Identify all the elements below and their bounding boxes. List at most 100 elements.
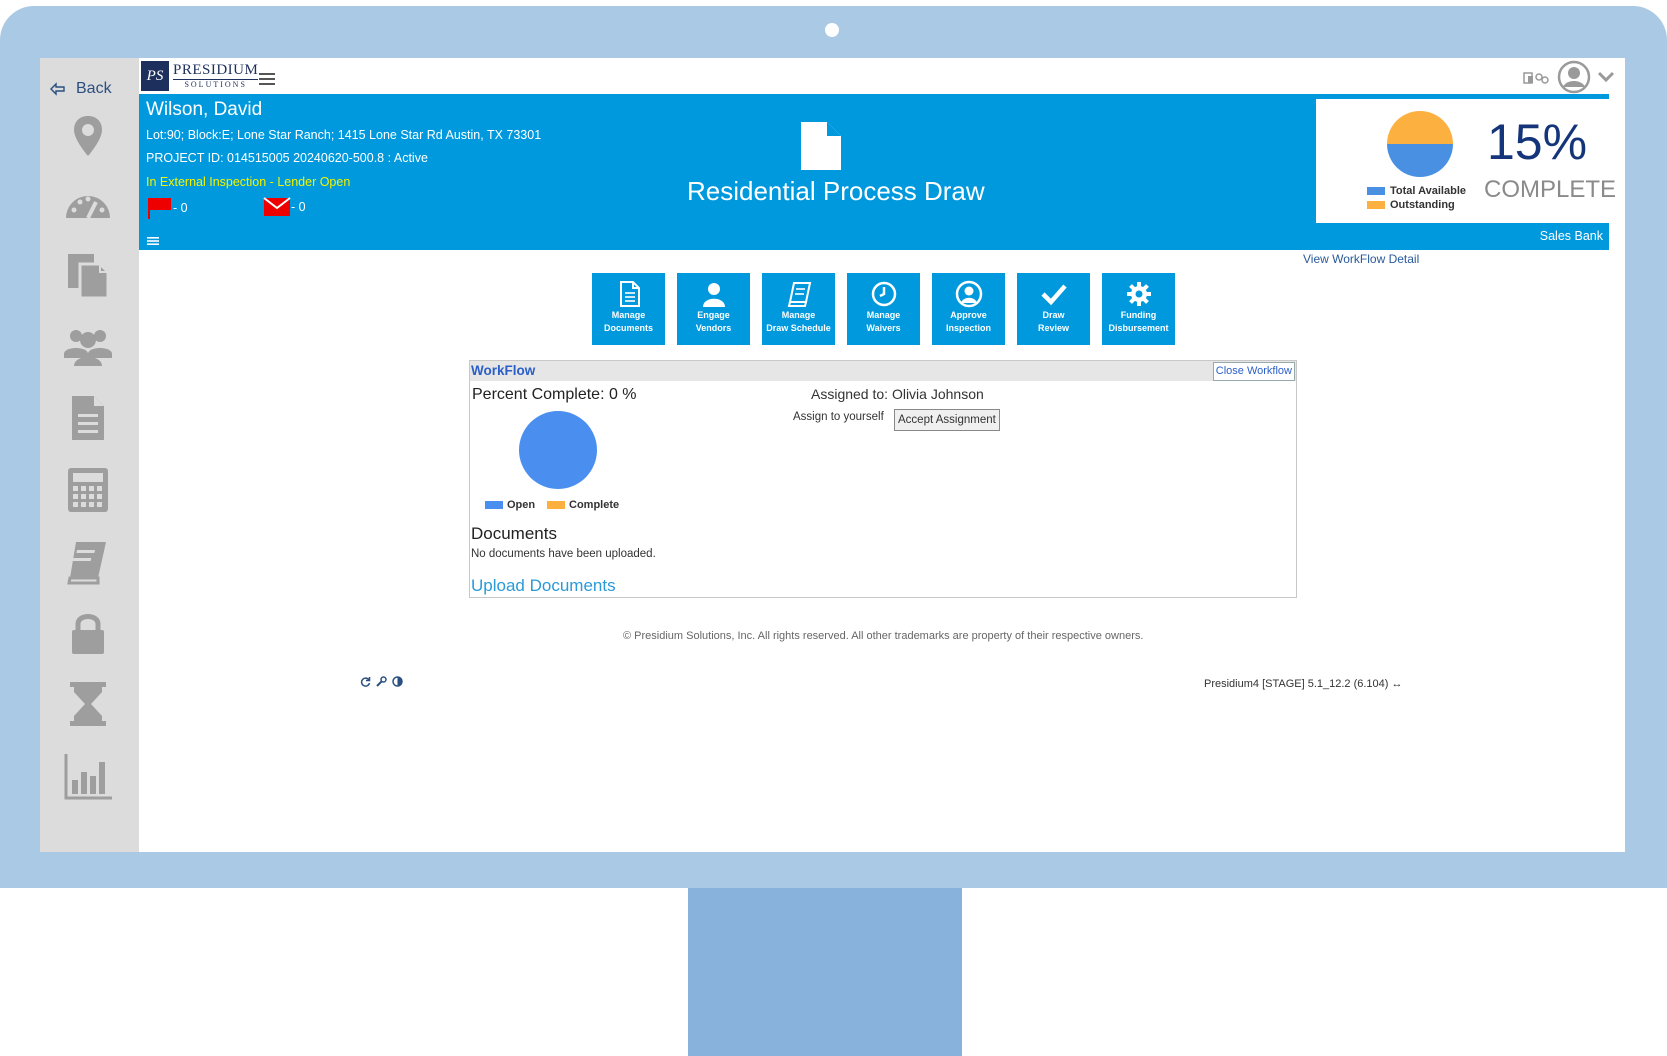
flag-count[interactable]: - 0 bbox=[147, 197, 188, 219]
workflow-pie-chart bbox=[519, 411, 597, 489]
manage-documents-button[interactable]: Manage Documents bbox=[592, 273, 665, 345]
camera-dot bbox=[825, 23, 839, 37]
calculator-icon[interactable] bbox=[62, 464, 114, 516]
workflow-panel: WorkFlow Close Workflow Percent Complete… bbox=[469, 360, 1297, 598]
completion-label: COMPLETE bbox=[1484, 176, 1617, 203]
borrower-name: Wilson, David bbox=[146, 99, 263, 120]
legend-complete: Complete bbox=[547, 499, 619, 511]
documents-icon[interactable] bbox=[62, 250, 114, 302]
logo-sub-text: SOLUTIONS bbox=[173, 79, 259, 89]
approve-inspection-button[interactable]: Approve Inspection bbox=[932, 273, 1005, 345]
property-address: Lot:90; Block:E; Lone Star Ranch; 1415 L… bbox=[146, 128, 542, 142]
legend-outstanding-label: Outstanding bbox=[1390, 199, 1455, 211]
view-workflow-link[interactable]: View WorkFlow Detail bbox=[1303, 252, 1419, 266]
action-line1: Approve bbox=[950, 310, 987, 320]
user-avatar-icon[interactable] bbox=[1557, 60, 1591, 94]
hourglass-icon[interactable] bbox=[62, 678, 114, 730]
action-line2: Review bbox=[1037, 323, 1070, 333]
user-circle-icon bbox=[955, 280, 982, 308]
accept-assignment-button[interactable]: Accept Assignment bbox=[894, 409, 1000, 431]
back-hand-icon bbox=[50, 82, 65, 96]
funding-disbursement-button[interactable]: Funding Disbursement bbox=[1102, 273, 1175, 345]
chevron-down-icon[interactable] bbox=[1597, 71, 1615, 83]
action-line1: Draw bbox=[1042, 310, 1065, 320]
refresh-icon[interactable] bbox=[360, 676, 371, 687]
back-button[interactable]: Back bbox=[50, 80, 112, 98]
dashboard-icon[interactable] bbox=[62, 180, 114, 232]
back-label: Back bbox=[76, 80, 112, 97]
documents-heading: Documents bbox=[471, 524, 557, 543]
user-icon bbox=[702, 283, 725, 307]
hamburger-menu-icon[interactable] bbox=[259, 72, 275, 86]
copyright: © Presidium Solutions, Inc. All rights r… bbox=[623, 630, 1144, 642]
assign-to-yourself-label: Assign to yourself bbox=[793, 411, 884, 423]
document-icon bbox=[801, 122, 841, 170]
presidium-logo[interactable]: PS PRESIDIUM SOLUTIONS bbox=[141, 61, 259, 91]
book-icon bbox=[787, 282, 811, 307]
manage-waivers-button[interactable]: Manage Waivers bbox=[847, 273, 920, 345]
monitor-stand bbox=[688, 888, 962, 1056]
action-line1: Manage bbox=[611, 310, 646, 320]
workflow-header: WorkFlow Close Workflow bbox=[470, 361, 1296, 381]
logo-badge: PS bbox=[141, 61, 169, 91]
monitor-frame: Back PS PRESIDIUM SOLUTIONS Wilson, Davi… bbox=[0, 6, 1667, 888]
document-icon bbox=[619, 281, 640, 307]
upload-documents-link[interactable]: Upload Documents bbox=[471, 576, 616, 596]
action-line2: Documents bbox=[603, 323, 653, 333]
legend-outstanding: Outstanding bbox=[1367, 199, 1455, 211]
location-icon[interactable] bbox=[62, 110, 114, 162]
action-line2: Vendors bbox=[695, 323, 732, 333]
legend-total-label: Total Available bbox=[1390, 185, 1467, 197]
mail-count[interactable]: - 0 bbox=[263, 197, 306, 217]
mail-icon bbox=[263, 197, 291, 216]
action-line2: Disbursement bbox=[1108, 323, 1169, 333]
action-line1: Manage bbox=[781, 310, 816, 320]
draw-review-button[interactable]: Draw Review bbox=[1017, 273, 1090, 345]
completion-percent: 15% bbox=[1487, 114, 1588, 170]
action-line2: Waivers bbox=[866, 323, 901, 333]
gear-icon bbox=[1126, 282, 1151, 306]
action-toolbar: Manage Documents Engage Vendors Manage Draw… bbox=[592, 273, 1175, 345]
page-title: Residential Process Draw bbox=[687, 176, 985, 206]
banner-menu-icon[interactable] bbox=[147, 236, 159, 246]
action-line2: Draw Schedule bbox=[766, 323, 831, 333]
file-icon[interactable] bbox=[62, 392, 114, 444]
manage-draw-schedule-button[interactable]: Manage Draw Schedule bbox=[762, 273, 835, 345]
top-bar: PS PRESIDIUM SOLUTIONS bbox=[139, 58, 1625, 94]
wrench-icon[interactable] bbox=[376, 676, 387, 687]
assigned-to: Assigned to: Olivia Johnson bbox=[811, 386, 984, 402]
completion-pie-chart bbox=[1387, 111, 1453, 177]
bank-name: Sales Bank bbox=[1539, 229, 1603, 243]
lock-icon[interactable] bbox=[62, 608, 114, 660]
action-line1: Funding bbox=[1120, 310, 1157, 320]
action-line1: Manage bbox=[866, 310, 901, 320]
check-icon bbox=[1040, 284, 1067, 306]
legend-complete-label: Complete bbox=[569, 499, 620, 511]
engage-vendors-button[interactable]: Engage Vendors bbox=[677, 273, 750, 345]
project-status: In External Inspection - Lender Open bbox=[146, 175, 351, 189]
tools-icon[interactable] bbox=[1523, 70, 1551, 84]
workflow-title: WorkFlow bbox=[471, 363, 536, 378]
percent-complete: Percent Complete: 0 % bbox=[472, 386, 637, 403]
app-version: Presidium4 [STAGE] 5.1_12.2 (6.104) ↔ bbox=[1204, 678, 1403, 690]
legend-open: Open bbox=[485, 499, 535, 511]
flag-count-label: - 0 bbox=[173, 201, 188, 215]
close-workflow-button[interactable]: Close Workflow bbox=[1212, 362, 1295, 381]
legend-open-label: Open bbox=[507, 499, 536, 511]
project-id: PROJECT ID: 014515005 20240620-500.8 : A… bbox=[146, 151, 428, 165]
logo-main-text: PRESIDIUM bbox=[173, 62, 259, 78]
users-icon[interactable] bbox=[62, 320, 114, 372]
completion-card: 15% COMPLETE Total Available Outstanding bbox=[1316, 99, 1622, 223]
chart-icon[interactable] bbox=[62, 750, 114, 802]
flag-icon bbox=[148, 198, 171, 219]
mail-count-label: - 0 bbox=[291, 200, 306, 214]
no-documents-message: No documents have been uploaded. bbox=[471, 548, 656, 560]
sidebar: Back bbox=[40, 58, 139, 852]
book-icon[interactable] bbox=[62, 536, 114, 588]
action-line1: Engage bbox=[697, 310, 730, 320]
project-banner: Wilson, David Lot:90; Block:E; Lone Star… bbox=[139, 94, 1622, 250]
action-line2: Inspection bbox=[945, 323, 991, 333]
footer-tools bbox=[360, 676, 403, 687]
legend-total-available: Total Available bbox=[1367, 185, 1466, 197]
contrast-icon[interactable] bbox=[392, 676, 403, 687]
